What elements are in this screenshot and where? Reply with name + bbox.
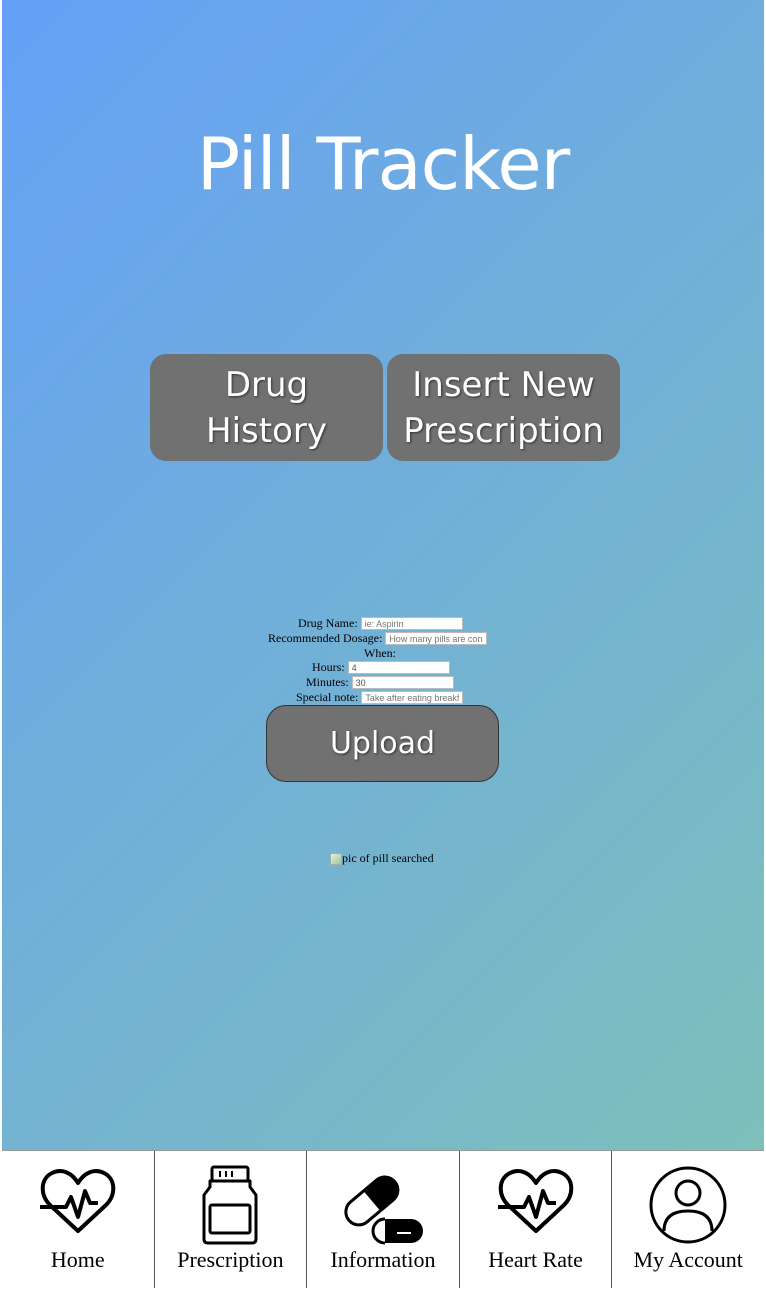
nav-information-label: Information [330,1247,436,1272]
hours-input[interactable] [347,661,450,674]
dosage-input[interactable] [385,632,488,645]
drug-history-label: Drug History [206,364,327,451]
hours-row: Hours: [312,660,450,675]
dosage-row: Recommended Dosage: [268,631,488,646]
nav-home[interactable]: Home [2,1151,155,1288]
note-row: Special note: [296,690,464,705]
upload-button[interactable]: Upload [266,705,499,782]
minutes-label: Minutes: [306,675,349,689]
pill-image-alt: pic of pill searched [342,851,434,865]
minutes-row: Minutes: [306,675,454,690]
heartbeat-icon [497,1169,573,1233]
drug-name-label: Drug Name: [298,616,358,630]
heartbeat-icon [39,1169,116,1233]
note-input[interactable] [361,691,464,704]
capsule-icon [344,1175,423,1245]
nav-my-account[interactable]: My Account [612,1151,764,1288]
insert-prescription-label: Insert New Prescription [403,364,604,451]
nav-heart-rate-label: Heart Rate [488,1247,583,1272]
nav-my-account-label: My Account [633,1247,743,1272]
nav-prescription-label: Prescription [177,1247,284,1272]
pill-bottle-icon [202,1165,258,1245]
when-row: When: [364,646,396,661]
nav-prescription[interactable]: Prescription [155,1151,308,1288]
drug-name-row: Drug Name: [298,616,463,631]
drug-name-input[interactable] [360,617,463,630]
user-icon [649,1166,727,1244]
insert-prescription-button[interactable]: Insert New Prescription [387,354,620,461]
main-panel: Pill Tracker Drug History Insert New Pre… [2,0,764,1150]
nav-heart-rate[interactable]: Heart Rate [460,1151,613,1288]
drug-history-button[interactable]: Drug History [150,354,383,461]
hours-label: Hours: [312,660,345,674]
dosage-label: Recommended Dosage: [268,631,383,645]
note-label: Special note: [296,690,359,704]
broken-image-icon [330,852,342,865]
minutes-input[interactable] [351,676,454,689]
upload-label: Upload [329,726,436,761]
nav-home-label: Home [50,1247,105,1272]
bottom-nav: Home Prescription Information Heart Rate… [2,1150,764,1288]
pill-image: pic of pill searched [330,851,434,866]
nav-information[interactable]: Information [307,1151,460,1288]
page-title: Pill Tracker [196,122,570,206]
when-label: When: [364,646,396,660]
